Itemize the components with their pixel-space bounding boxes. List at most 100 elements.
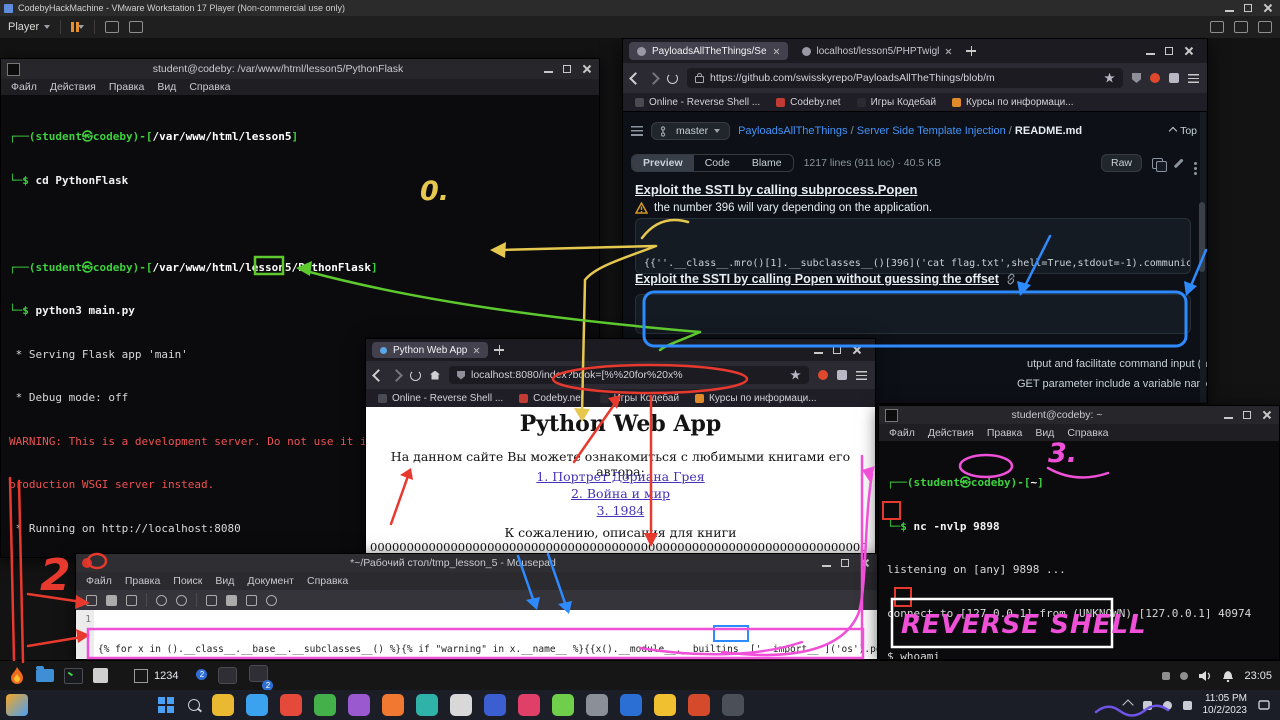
extension-icon[interactable] — [818, 370, 828, 380]
bookmark-codeby[interactable]: Codeby.net — [519, 393, 583, 404]
maximize-icon[interactable] — [841, 559, 849, 567]
redo-icon[interactable] — [176, 595, 187, 606]
app-menu-icon[interactable] — [1188, 74, 1199, 83]
menu-search[interactable]: Поиск — [173, 575, 202, 587]
app-menu-icon[interactable] — [856, 371, 867, 380]
file-manager-icon[interactable] — [36, 669, 54, 682]
new-tab-icon[interactable] — [966, 46, 976, 56]
minimize-icon[interactable] — [1224, 411, 1233, 420]
workspace-switcher[interactable]: 1234 — [134, 669, 178, 683]
bookmark-courses[interactable]: Курсы по информаци... — [695, 393, 817, 404]
menu-actions[interactable]: Действия — [928, 427, 974, 439]
devices-icon[interactable] — [129, 21, 143, 33]
copy-icon[interactable] — [226, 595, 237, 606]
bookmark-games[interactable]: Игры Кодебай — [600, 393, 679, 404]
menu-file[interactable]: Файл — [11, 81, 37, 93]
scrollbar[interactable] — [1200, 112, 1206, 403]
raw-button[interactable]: Raw — [1101, 154, 1142, 172]
bookmark-star-icon[interactable] — [1104, 73, 1115, 84]
taskbar-app-icon[interactable] — [620, 694, 642, 716]
maximize-icon[interactable] — [563, 65, 571, 73]
vmware-close-icon[interactable] — [1262, 3, 1272, 13]
back-icon[interactable] — [372, 369, 385, 382]
menu-view[interactable]: Вид — [1035, 427, 1054, 439]
app-launcher-flame-icon[interactable] — [8, 666, 26, 686]
bookmark-reverse-shell[interactable]: Online - Reverse Shell ... — [378, 393, 503, 404]
copy-file-icon[interactable] — [1152, 158, 1163, 169]
tray-battery-icon[interactable] — [1183, 701, 1192, 710]
taskbar-app-icon[interactable] — [280, 694, 302, 716]
paste-icon[interactable] — [246, 595, 257, 606]
taskbar-app-icon[interactable] — [722, 694, 744, 716]
close-icon[interactable] — [581, 64, 591, 74]
vm-clock[interactable]: 23:05 — [1244, 670, 1272, 682]
tab-close-icon[interactable] — [773, 48, 780, 55]
taskbar-app-icon[interactable] — [382, 694, 404, 716]
taskbar-app-icon[interactable] — [518, 694, 540, 716]
menu-edit[interactable]: Правка — [109, 81, 144, 93]
edit-pencil-icon[interactable] — [1174, 158, 1184, 168]
tab-close-icon[interactable] — [473, 347, 480, 354]
new-tab-icon[interactable] — [494, 345, 504, 355]
code-block-subprocess[interactable]: {{''.__class__.mro()[1].__subclasses__()… — [635, 218, 1191, 274]
search-icon[interactable] — [266, 595, 277, 606]
taskbar-app-icon[interactable] — [484, 694, 506, 716]
taskbar-app-icon[interactable] — [450, 694, 472, 716]
cut-icon[interactable] — [206, 595, 217, 606]
breadcrumb-repo[interactable]: PayloadsAllTheThings — [738, 125, 847, 137]
more-options-icon[interactable] — [1194, 162, 1197, 165]
save-icon[interactable] — [126, 595, 137, 606]
taskbar-app-icon[interactable] — [314, 694, 336, 716]
book-link-3[interactable]: 3. 1984 — [366, 503, 875, 518]
minimize-icon[interactable] — [544, 65, 553, 74]
bookmark-reverse-shell[interactable]: Online - Reverse Shell ... — [635, 97, 760, 108]
readme-heading-subprocess-popen[interactable]: Exploit the SSTI by calling subprocess.P… — [635, 182, 917, 197]
minimize-icon[interactable] — [1146, 47, 1155, 56]
extensions-puzzle-icon[interactable] — [837, 370, 847, 380]
reload-icon[interactable] — [410, 370, 421, 381]
menu-view[interactable]: Вид — [157, 81, 176, 93]
url-bar[interactable]: localhost:8080/index?book=[%%20for%20x% — [449, 366, 809, 384]
host-clock[interactable]: 11:05 PM 10/2/2023 — [1203, 693, 1248, 717]
tray-network-icon[interactable] — [1162, 672, 1170, 680]
menu-actions[interactable]: Действия — [50, 81, 96, 93]
menu-file[interactable]: Файл — [889, 427, 915, 439]
running-app-terminal[interactable] — [218, 667, 237, 684]
terminal-launcher-icon[interactable] — [64, 668, 83, 684]
back-to-top-link[interactable]: Top — [1170, 125, 1197, 137]
notification-center-icon[interactable] — [1258, 699, 1270, 711]
book-link-2[interactable]: 2. Война и мир — [366, 486, 875, 501]
maximize-icon[interactable] — [1243, 411, 1251, 419]
tray-volume-icon[interactable] — [1163, 701, 1172, 710]
close-icon[interactable] — [859, 558, 869, 568]
notifications-bell-icon[interactable] — [1222, 670, 1234, 682]
taskbar-app-icon[interactable] — [688, 694, 710, 716]
forward-icon[interactable] — [647, 72, 660, 85]
tracking-shield-icon[interactable] — [1132, 73, 1141, 83]
menu-help[interactable]: Справка — [307, 575, 348, 587]
bookmark-star-icon[interactable] — [790, 370, 801, 381]
vmware-maximize-icon[interactable] — [1244, 4, 1252, 12]
mousepad-editor[interactable]: 1 {% for x in ().__class__.__base__.__su… — [76, 610, 877, 659]
tab-payloadsallthethings[interactable]: PayloadsAllTheThings/Se — [629, 42, 788, 60]
unity-icon[interactable] — [1234, 21, 1248, 33]
terminal1-titlebar[interactable]: student@codeby: /var/www/html/lesson5/Py… — [1, 59, 599, 79]
taskbar-app-icon[interactable] — [246, 694, 268, 716]
taskbar-app-icon[interactable] — [552, 694, 574, 716]
tray-updates-icon[interactable] — [1180, 672, 1188, 680]
menu-document[interactable]: Документ — [247, 575, 294, 587]
menu-view[interactable]: Вид — [215, 575, 234, 587]
close-icon[interactable] — [851, 345, 861, 355]
new-file-icon[interactable] — [86, 595, 97, 606]
taskbar-app-icon[interactable] — [586, 694, 608, 716]
payload-text[interactable]: {% for x in ().__class__.__base__.__subc… — [94, 610, 877, 659]
extension-icon[interactable] — [1150, 73, 1160, 83]
taskbar-app-icon[interactable] — [212, 694, 234, 716]
home-icon[interactable] — [430, 371, 440, 380]
tab-close-icon[interactable] — [945, 48, 952, 55]
taskbar-app-icon[interactable] — [416, 694, 438, 716]
maximize-icon[interactable] — [833, 346, 841, 354]
volume-icon[interactable] — [1198, 670, 1212, 682]
player-menu[interactable]: Player — [8, 21, 50, 33]
console-view-icon[interactable] — [1258, 21, 1272, 33]
